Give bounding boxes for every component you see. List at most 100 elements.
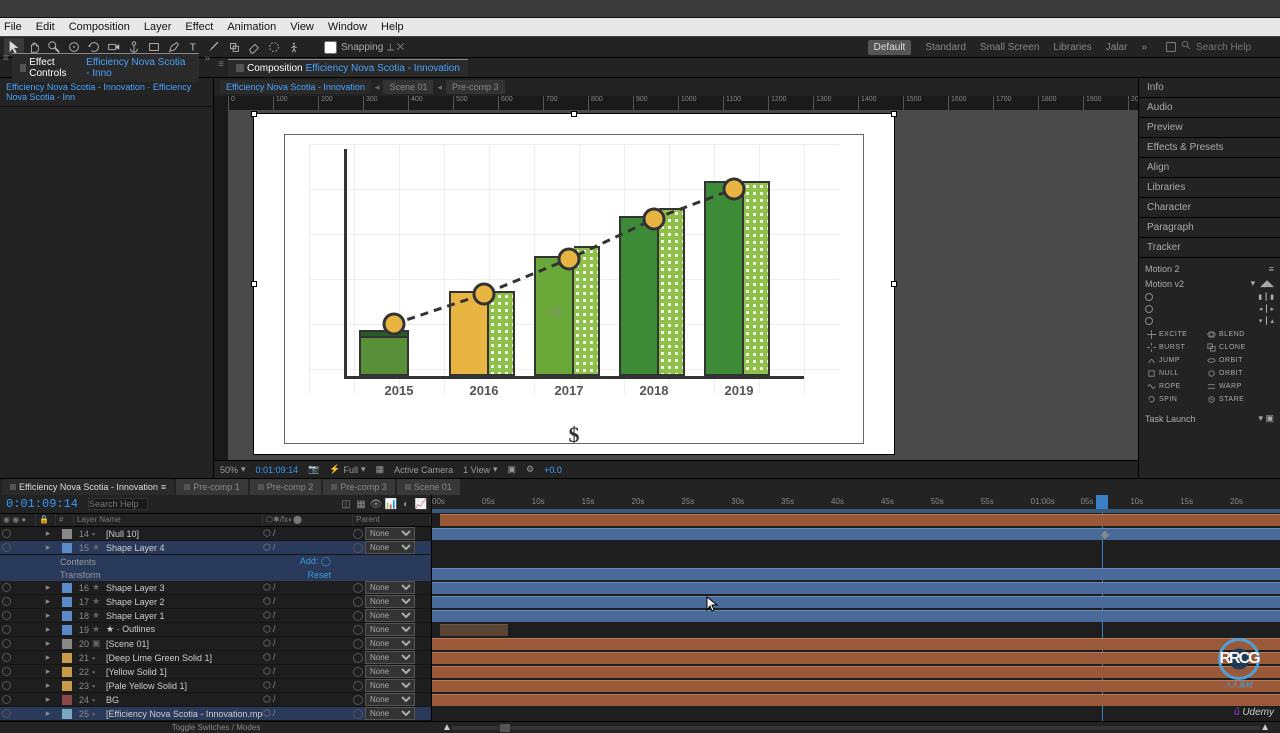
parent-dropdown[interactable]: None bbox=[365, 623, 415, 636]
layer-name[interactable]: Shape Layer 2 bbox=[104, 597, 263, 607]
workspace-standard[interactable]: Standard bbox=[925, 42, 966, 53]
visibility-toggle-icon[interactable] bbox=[2, 597, 11, 606]
expand-toggle-icon[interactable]: ▸ bbox=[36, 528, 60, 539]
puppet-tool-icon[interactable] bbox=[284, 38, 304, 56]
track-row[interactable] bbox=[432, 623, 1280, 637]
menu-view[interactable]: View bbox=[290, 21, 314, 33]
workspace-small[interactable]: Small Screen bbox=[980, 42, 1039, 53]
visibility-toggle-icon[interactable] bbox=[2, 529, 11, 538]
task-burst[interactable]: BURST bbox=[1145, 342, 1203, 353]
visibility-toggle-icon[interactable] bbox=[2, 639, 11, 648]
layer-name[interactable]: Shape Layer 3 bbox=[104, 583, 263, 593]
parent-dropdown[interactable]: None bbox=[365, 581, 415, 594]
menu-composition[interactable]: Composition bbox=[69, 21, 130, 33]
layer-switches[interactable]: ⬡/ bbox=[263, 638, 353, 649]
layer-name[interactable]: BG bbox=[104, 695, 263, 705]
task-orbit2[interactable]: ORBIT bbox=[1205, 368, 1263, 379]
zoom-in-icon[interactable]: ▲ bbox=[1260, 722, 1270, 733]
track-row[interactable] bbox=[432, 665, 1280, 679]
visibility-toggle-icon[interactable] bbox=[2, 543, 11, 552]
layer-switches[interactable]: ⬡/ bbox=[263, 610, 353, 621]
time-ruler[interactable]: 00s05s10s15s20s25s30s35s40s45s50s55s01:0… bbox=[432, 495, 1280, 513]
parent-dropdown[interactable]: None bbox=[365, 637, 415, 650]
parent-dropdown[interactable]: None bbox=[365, 527, 415, 540]
roto-tool-icon[interactable] bbox=[264, 38, 284, 56]
toggle-switches-button[interactable]: Toggle Switches / Modes bbox=[0, 722, 432, 733]
track-row[interactable] bbox=[432, 651, 1280, 665]
layer-duration-bar[interactable] bbox=[432, 582, 1280, 594]
layer-switches[interactable]: ⬡/ bbox=[263, 582, 353, 593]
layer-switches[interactable]: ⬡/ bbox=[263, 666, 353, 677]
track-row[interactable] bbox=[432, 693, 1280, 707]
menu-window[interactable]: Window bbox=[328, 21, 367, 33]
panel-menu-icon[interactable]: ≡ bbox=[1269, 264, 1274, 274]
track-row[interactable] bbox=[432, 595, 1280, 609]
expand-toggle-icon[interactable]: ▸ bbox=[36, 624, 60, 635]
playhead-icon[interactable] bbox=[1096, 495, 1108, 509]
track-row[interactable] bbox=[432, 581, 1280, 595]
effect-controls-tab[interactable]: Effect Controls Efficiency Nova Scotia -… bbox=[12, 53, 200, 82]
expand-toggle-icon[interactable]: ▸ bbox=[36, 638, 60, 649]
crumb-scene[interactable]: Scene 01 bbox=[383, 80, 433, 94]
parent-dropdown[interactable]: None bbox=[365, 609, 415, 622]
sync-icon[interactable] bbox=[1161, 38, 1181, 56]
layer-name[interactable]: [Null 10] bbox=[104, 529, 263, 539]
composition-tab[interactable]: Composition Efficiency Nova Scotia - Inn… bbox=[228, 59, 468, 77]
timeline-tracks[interactable]: 00s05s10s15s20s25s30s35s40s45s50s55s01:0… bbox=[432, 495, 1280, 721]
frame-blend-icon[interactable]: 📊 bbox=[385, 498, 397, 510]
task-stare[interactable]: STARE bbox=[1205, 394, 1263, 405]
layer-switches[interactable]: ⬡/ bbox=[263, 652, 353, 663]
expand-toggle-icon[interactable]: ▸ bbox=[36, 708, 60, 719]
parent-dropdown[interactable]: None bbox=[365, 707, 415, 720]
visibility-toggle-icon[interactable] bbox=[2, 653, 11, 662]
layer-name[interactable]: [Yellow Solid 1] bbox=[104, 667, 263, 677]
label-color-swatch[interactable] bbox=[62, 625, 72, 635]
label-color-swatch[interactable] bbox=[62, 529, 72, 539]
task-launch[interactable]: Task Launch bbox=[1145, 414, 1196, 424]
label-color-swatch[interactable] bbox=[62, 695, 72, 705]
motion-slider-icon[interactable] bbox=[1145, 305, 1153, 313]
snap-ext-icon[interactable]: ⟂ ✕ bbox=[387, 42, 404, 53]
track-row[interactable] bbox=[432, 637, 1280, 651]
expand-toggle-icon[interactable]: ▸ bbox=[36, 596, 60, 607]
selection-handle[interactable] bbox=[251, 111, 257, 117]
transparency-grid-icon[interactable]: ▦ bbox=[376, 464, 385, 475]
expand-toggle-icon[interactable]: ▸ bbox=[36, 652, 60, 663]
layer-name[interactable]: [Pale Yellow Solid 1] bbox=[104, 681, 263, 691]
fast-preview-icon[interactable]: ⚙ bbox=[526, 464, 534, 475]
parent-dropdown[interactable]: None bbox=[365, 595, 415, 608]
menu-effect[interactable]: Effect bbox=[185, 21, 213, 33]
layer-row[interactable]: ▸14▪[Null 10]⬡/None bbox=[0, 527, 431, 541]
label-color-swatch[interactable] bbox=[62, 543, 72, 553]
layer-switches[interactable]: ⬡/ bbox=[263, 596, 353, 607]
workspace-libraries[interactable]: Libraries bbox=[1053, 42, 1091, 53]
label-color-swatch[interactable] bbox=[62, 639, 72, 649]
layer-row[interactable]: ▸20▣[Scene 01]⬡/None bbox=[0, 637, 431, 651]
pickwhip-icon[interactable] bbox=[353, 695, 363, 705]
expand-toggle-icon[interactable]: ▸ bbox=[36, 694, 60, 705]
visibility-toggle-icon[interactable] bbox=[2, 583, 11, 592]
parent-dropdown[interactable]: None bbox=[365, 541, 415, 554]
motion-slider-icon[interactable] bbox=[1145, 317, 1153, 325]
label-color-swatch[interactable] bbox=[62, 597, 72, 607]
crumb-precomp[interactable]: Pre-comp 3 bbox=[446, 80, 505, 94]
exposure-value[interactable]: +0.0 bbox=[544, 465, 562, 475]
task-jump[interactable]: JUMP bbox=[1145, 355, 1203, 366]
pickwhip-icon[interactable] bbox=[353, 709, 363, 719]
pickwhip-icon[interactable] bbox=[353, 639, 363, 649]
task-null[interactable]: NULL bbox=[1145, 368, 1203, 379]
task-orbit[interactable]: ORBIT bbox=[1205, 355, 1263, 366]
layer-row[interactable]: ▸16★Shape Layer 3⬡/None bbox=[0, 581, 431, 595]
snapping-checkbox[interactable] bbox=[324, 41, 337, 54]
expand-toggle-icon[interactable]: ▸ bbox=[36, 610, 60, 621]
visibility-toggle-icon[interactable] bbox=[2, 695, 11, 704]
layer-name[interactable]: [Deep Lime Green Solid 1] bbox=[104, 653, 263, 663]
pickwhip-icon[interactable] bbox=[353, 667, 363, 677]
layer-switches[interactable]: ⬡/ bbox=[263, 542, 353, 553]
timeline-zoom-slider[interactable]: ▲ ▲ bbox=[432, 722, 1280, 733]
layer-duration-bar[interactable] bbox=[432, 694, 1280, 706]
layer-row[interactable]: ▸18★Shape Layer 1⬡/None bbox=[0, 609, 431, 623]
task-excite[interactable]: EXCITE bbox=[1145, 329, 1203, 340]
pickwhip-icon[interactable] bbox=[353, 653, 363, 663]
layer-switches[interactable]: ⬡/ bbox=[263, 624, 353, 635]
